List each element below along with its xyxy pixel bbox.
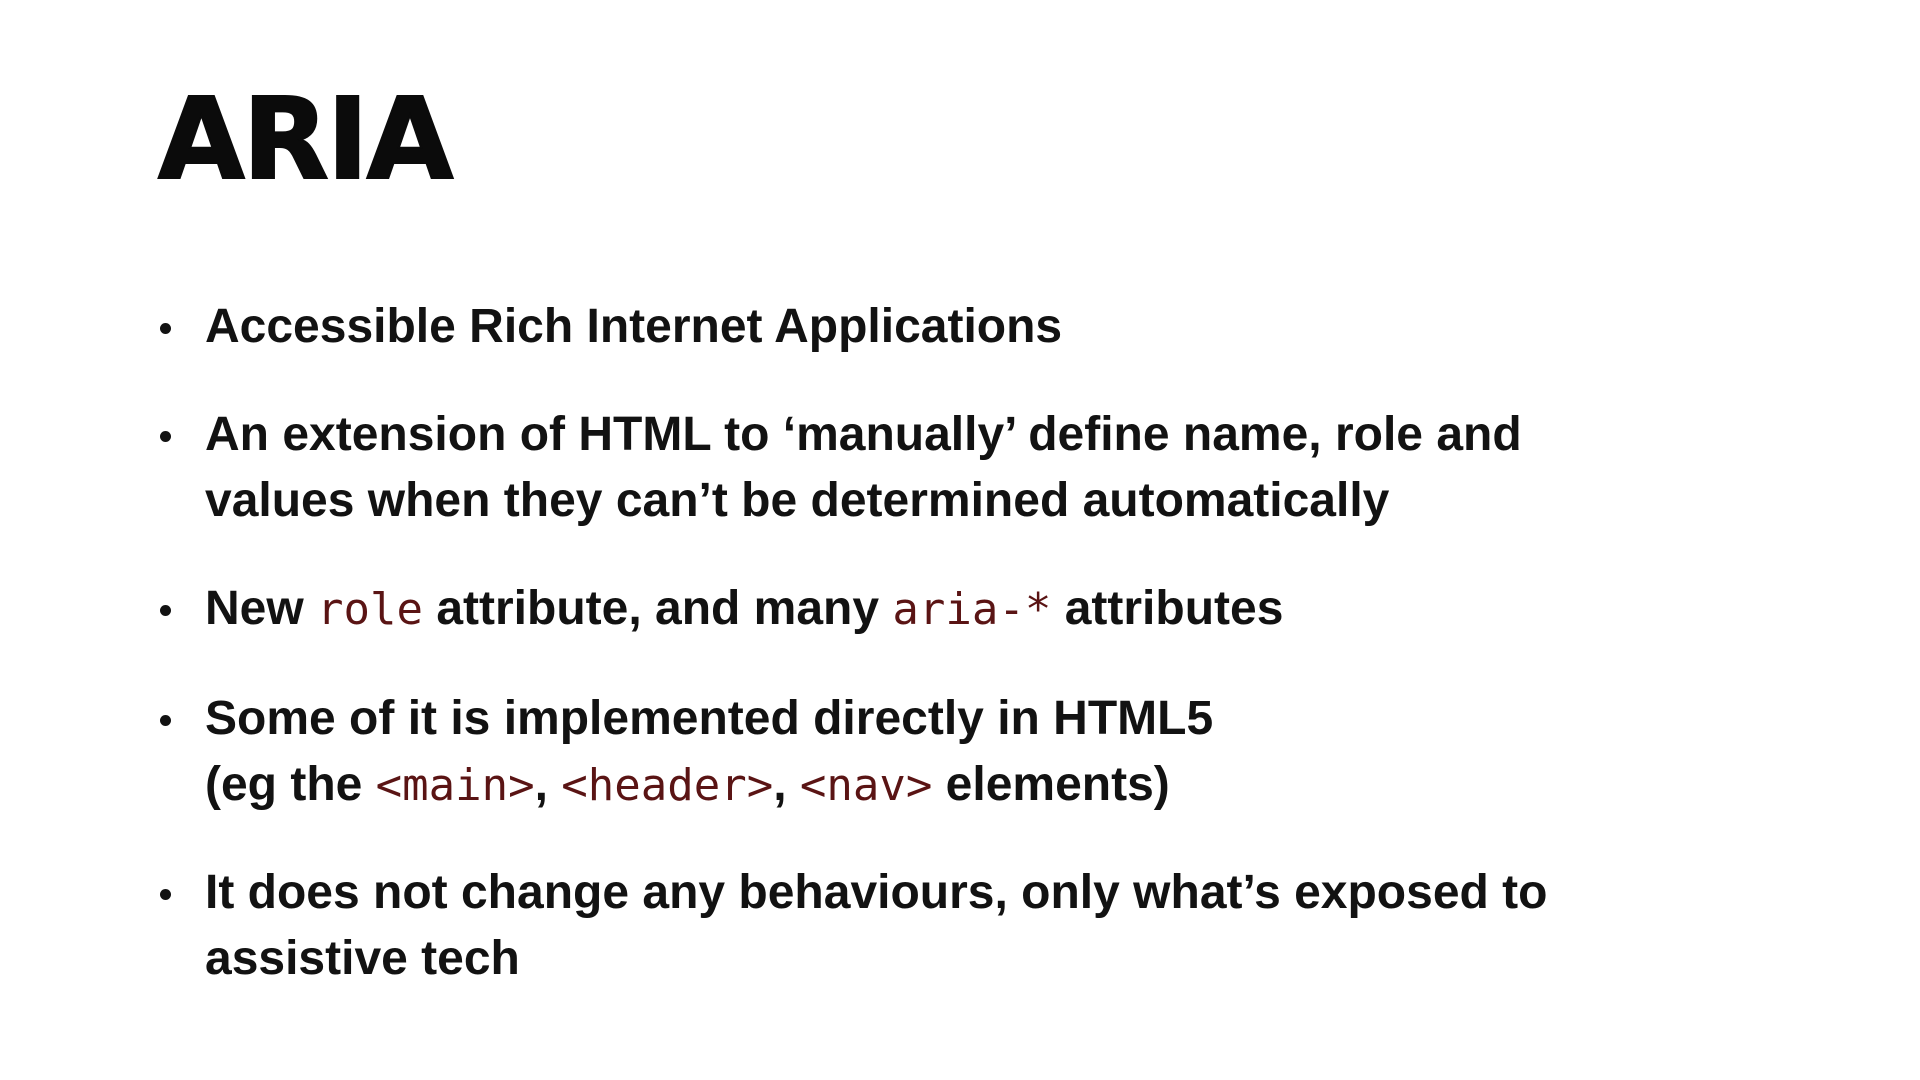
bullet-text: (eg the [205,758,376,811]
code-main: <main> [375,760,535,811]
bullet-text: attribute, and many [423,582,893,635]
code-header: <header> [561,760,774,811]
bullet-text: attributes [1051,582,1284,635]
bullet-text-line-1: Some of it is implemented directly in HT… [205,692,1214,745]
code-nav: <nav> [799,760,933,811]
bullet-text: Accessible Rich Internet Applications [205,300,1063,353]
bullet-behaviour-note: It does not change any behaviours, only … [160,860,1765,992]
bullet-aria-extension: An extension of HTML to ‘manually’ defin… [160,402,1765,534]
bullet-line-2: (eg the <main>, <header>, <nav> elements… [205,752,1765,819]
bullet-text: New [205,582,318,635]
bullet-text: , [534,758,562,811]
bullet-list: Accessible Rich Internet Applications An… [0,0,1920,1080]
bullet-html5-elements: Some of it is implemented directly in HT… [160,686,1765,819]
bullet-aria-acronym: Accessible Rich Internet Applications [160,294,1765,360]
bullet-role-attributes: New role attribute, and many aria-* attr… [160,576,1765,643]
bullet-text-line-2: assistive tech [205,932,520,985]
code-role: role [317,584,423,635]
bullet-text-line-1: An extension of HTML to ‘manually’ defin… [205,408,1522,461]
code-aria-star: aria-* [892,584,1052,635]
bullet-text: elements) [932,758,1170,811]
slide: ARIA Accessible Rich Internet Applicatio… [0,0,1920,1080]
bullet-text: , [773,758,800,811]
bullet-text-line-1: It does not change any behaviours, only … [205,866,1548,919]
bullet-text-line-2: values when they can’t be determined aut… [205,474,1390,527]
bullet-line: New role attribute, and many aria-* attr… [205,576,1765,643]
